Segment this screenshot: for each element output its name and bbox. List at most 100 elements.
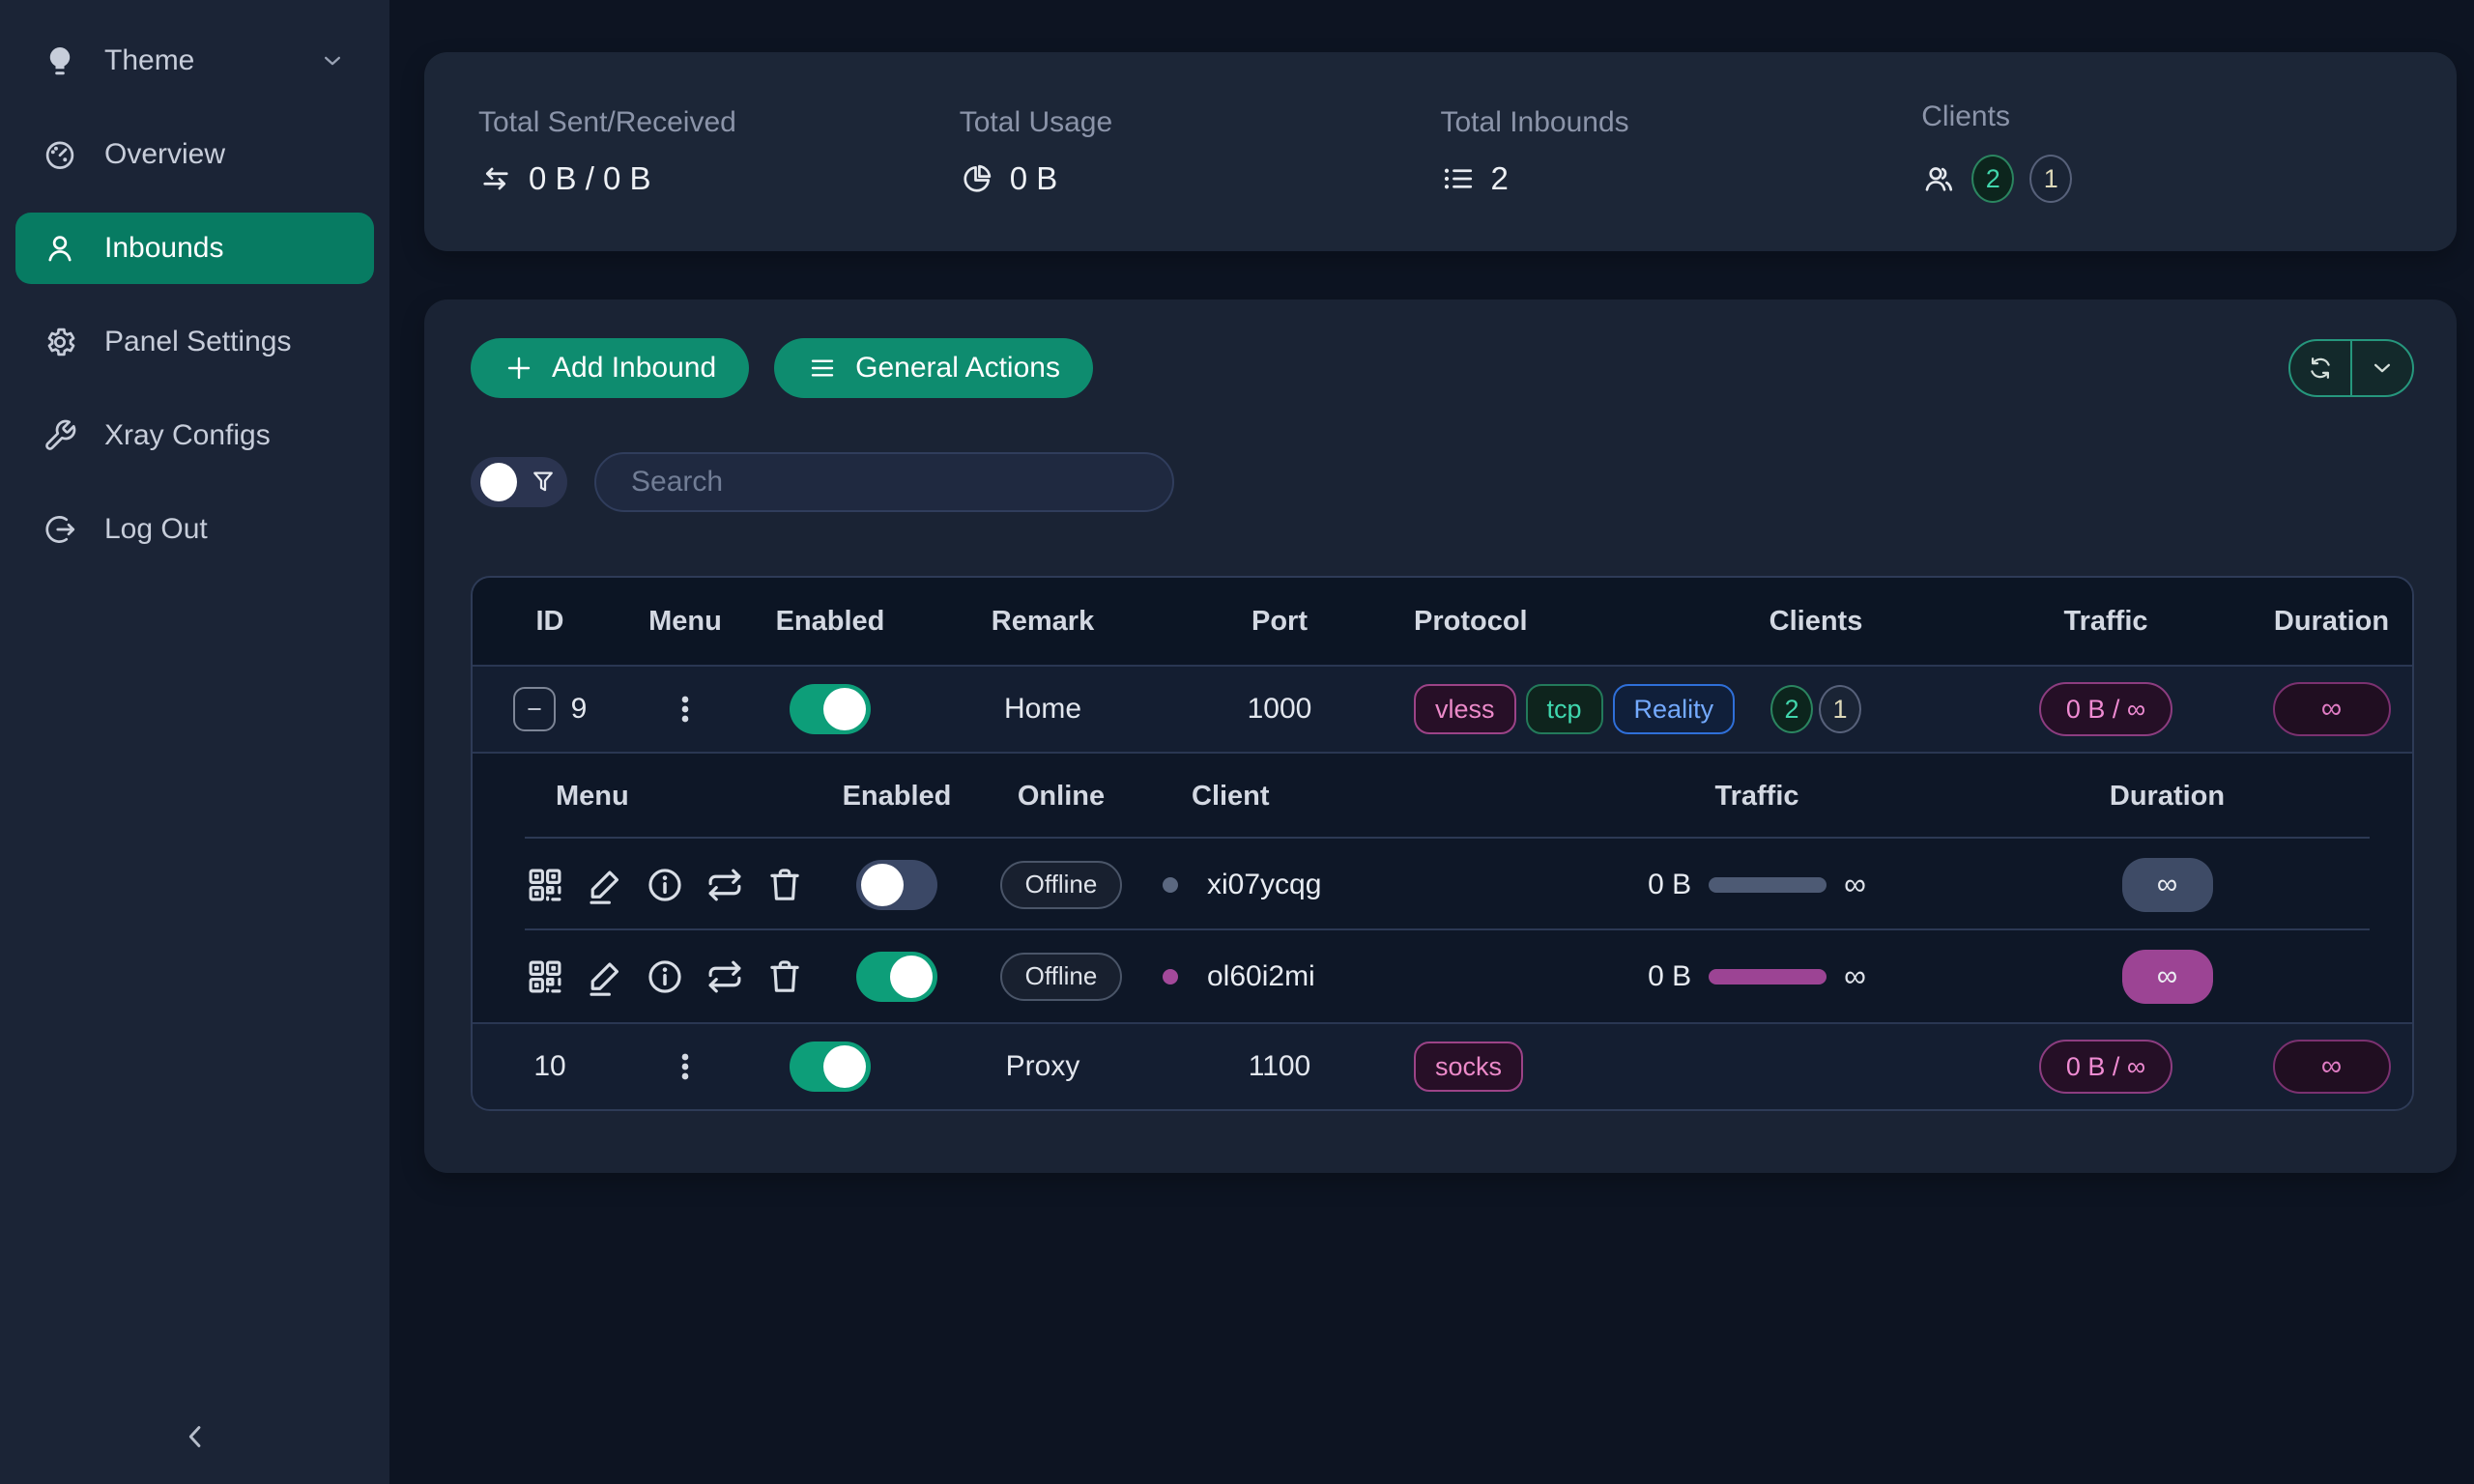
client-row: Offline xi07ycqg 0 B ∞ ∞ (473, 839, 2412, 930)
protocol-badge: tcp (1526, 684, 1603, 734)
hamburger-icon (807, 353, 838, 384)
traffic-used: 0 B (1648, 869, 1691, 901)
stat-label: Total Inbounds (1441, 106, 1922, 139)
header-id: ID (473, 606, 627, 638)
stats-card: Total Sent/Received 0 B / 0 B Total Usag… (424, 52, 2457, 251)
pie-chart-icon (960, 161, 994, 196)
filter-row (471, 452, 2414, 512)
wrench-icon (43, 418, 77, 453)
duration-badge: ∞ (2273, 1040, 2391, 1094)
refresh-dropdown-button[interactable] (2350, 341, 2412, 395)
sidebar-item-label: Log Out (104, 513, 208, 546)
actions-row: Add Inbound General Actions (471, 338, 2414, 398)
refresh-split-button (2288, 339, 2414, 397)
sidebar-item-overview[interactable]: Overview (15, 119, 374, 190)
dashboard-icon (43, 137, 77, 172)
client-enabled-toggle[interactable] (856, 860, 937, 910)
qr-code-icon[interactable] (525, 865, 565, 905)
sidebar-item-theme[interactable]: Theme (15, 25, 374, 97)
sidebar-item-log-out[interactable]: Log Out (15, 494, 374, 565)
plus-icon (503, 353, 534, 384)
inbound-row-9: 9 Home 1000 vless tcp Reality (473, 665, 2412, 752)
inbound-remark: Home (917, 693, 1168, 726)
traffic-badge: 0 B / ∞ (2039, 1040, 2172, 1094)
sidebar-item-inbounds[interactable]: Inbounds (15, 213, 374, 284)
header-online: Online (979, 781, 1143, 813)
sidebar: Theme Overview Inbounds Panel Settings X… (0, 0, 389, 1484)
stat-label: Total Sent/Received (478, 106, 960, 139)
inbound-id: 9 (571, 693, 588, 726)
collapse-row-button[interactable] (513, 687, 556, 731)
edit-icon[interactable] (585, 956, 625, 997)
stat-total-sent-received: Total Sent/Received 0 B / 0 B (478, 106, 960, 197)
inbound-remark: Proxy (917, 1050, 1168, 1083)
search-input[interactable] (594, 452, 1174, 512)
sidebar-item-panel-settings[interactable]: Panel Settings (15, 306, 374, 378)
reset-traffic-icon[interactable] (705, 956, 745, 997)
funnel-icon (529, 468, 558, 497)
stat-value: 2 (1491, 160, 1509, 197)
duration-badge: ∞ (2273, 682, 2391, 736)
header-client: Client (1143, 781, 1549, 813)
client-color-dot (1163, 969, 1178, 985)
chevron-down-icon (318, 46, 347, 75)
header-traffic: Traffic (1961, 606, 2251, 638)
clients-subtable: Menu Enabled Online Client Traffic Durat… (473, 752, 2412, 1022)
header-port: Port (1168, 606, 1391, 638)
header-menu: Menu (525, 781, 815, 813)
gear-icon (43, 325, 77, 359)
add-inbound-button[interactable]: Add Inbound (471, 338, 749, 398)
user-group-icon (1921, 161, 1956, 196)
duration-badge: ∞ (2122, 858, 2213, 912)
header-duration: Duration (2251, 606, 2412, 638)
table-header-row: ID Menu Enabled Remark Port Protocol Cli… (473, 578, 2412, 665)
filter-toggle[interactable] (471, 457, 567, 507)
row-menu-kebab-icon[interactable] (666, 1047, 705, 1086)
inbound-enabled-toggle[interactable] (790, 684, 871, 734)
reset-traffic-icon[interactable] (705, 865, 745, 905)
lightbulb-icon (43, 43, 77, 78)
traffic-total: ∞ (1844, 867, 1866, 902)
inbounds-table: ID Menu Enabled Remark Port Protocol Cli… (471, 576, 2414, 1111)
sidebar-item-label: Overview (104, 138, 225, 171)
header-remark: Remark (917, 606, 1168, 638)
general-actions-label: General Actions (855, 352, 1060, 385)
inbound-port: 1100 (1168, 1050, 1391, 1083)
stat-label: Total Usage (960, 106, 1441, 139)
online-status-badge: Offline (1000, 953, 1123, 1001)
header-traffic: Traffic (1549, 781, 1965, 813)
row-menu-kebab-icon[interactable] (666, 690, 705, 728)
client-enabled-toggle[interactable] (856, 952, 937, 1002)
delete-icon[interactable] (764, 865, 805, 905)
info-icon[interactable] (645, 865, 685, 905)
inbounds-panel: Add Inbound General Actions (424, 300, 2457, 1173)
info-icon[interactable] (645, 956, 685, 997)
inbound-port: 1000 (1168, 693, 1391, 726)
stat-value: 0 B (1010, 160, 1058, 197)
logout-icon (43, 512, 77, 547)
toggle-knob (480, 463, 517, 501)
qr-code-icon[interactable] (525, 956, 565, 997)
header-duration: Duration (1965, 781, 2370, 813)
inbound-row-10: 10 Proxy 1100 socks 0 B / ∞ (473, 1022, 2412, 1109)
transfer-arrows-icon (478, 161, 513, 196)
header-enabled: Enabled (815, 781, 979, 813)
sidebar-item-xray-configs[interactable]: Xray Configs (15, 400, 374, 471)
traffic-progress-bar (1709, 969, 1827, 985)
clients-online-badge: 2 (1971, 155, 2014, 203)
sidebar-collapse-button[interactable] (0, 1418, 389, 1455)
edit-icon[interactable] (585, 865, 625, 905)
client-name: ol60i2mi (1207, 960, 1315, 993)
online-status-badge: Offline (1000, 861, 1123, 909)
refresh-button[interactable] (2290, 341, 2350, 395)
list-icon (1441, 161, 1476, 196)
clients-header-row: Menu Enabled Online Client Traffic Durat… (473, 754, 2412, 839)
delete-icon[interactable] (764, 956, 805, 997)
chevron-down-icon (2368, 354, 2397, 383)
general-actions-button[interactable]: General Actions (774, 338, 1093, 398)
inbound-enabled-toggle[interactable] (790, 1042, 871, 1092)
stat-label: Clients (1921, 100, 2402, 133)
sidebar-item-label: Theme (104, 44, 194, 77)
add-inbound-label: Add Inbound (552, 352, 716, 385)
stat-total-usage: Total Usage 0 B (960, 106, 1441, 197)
